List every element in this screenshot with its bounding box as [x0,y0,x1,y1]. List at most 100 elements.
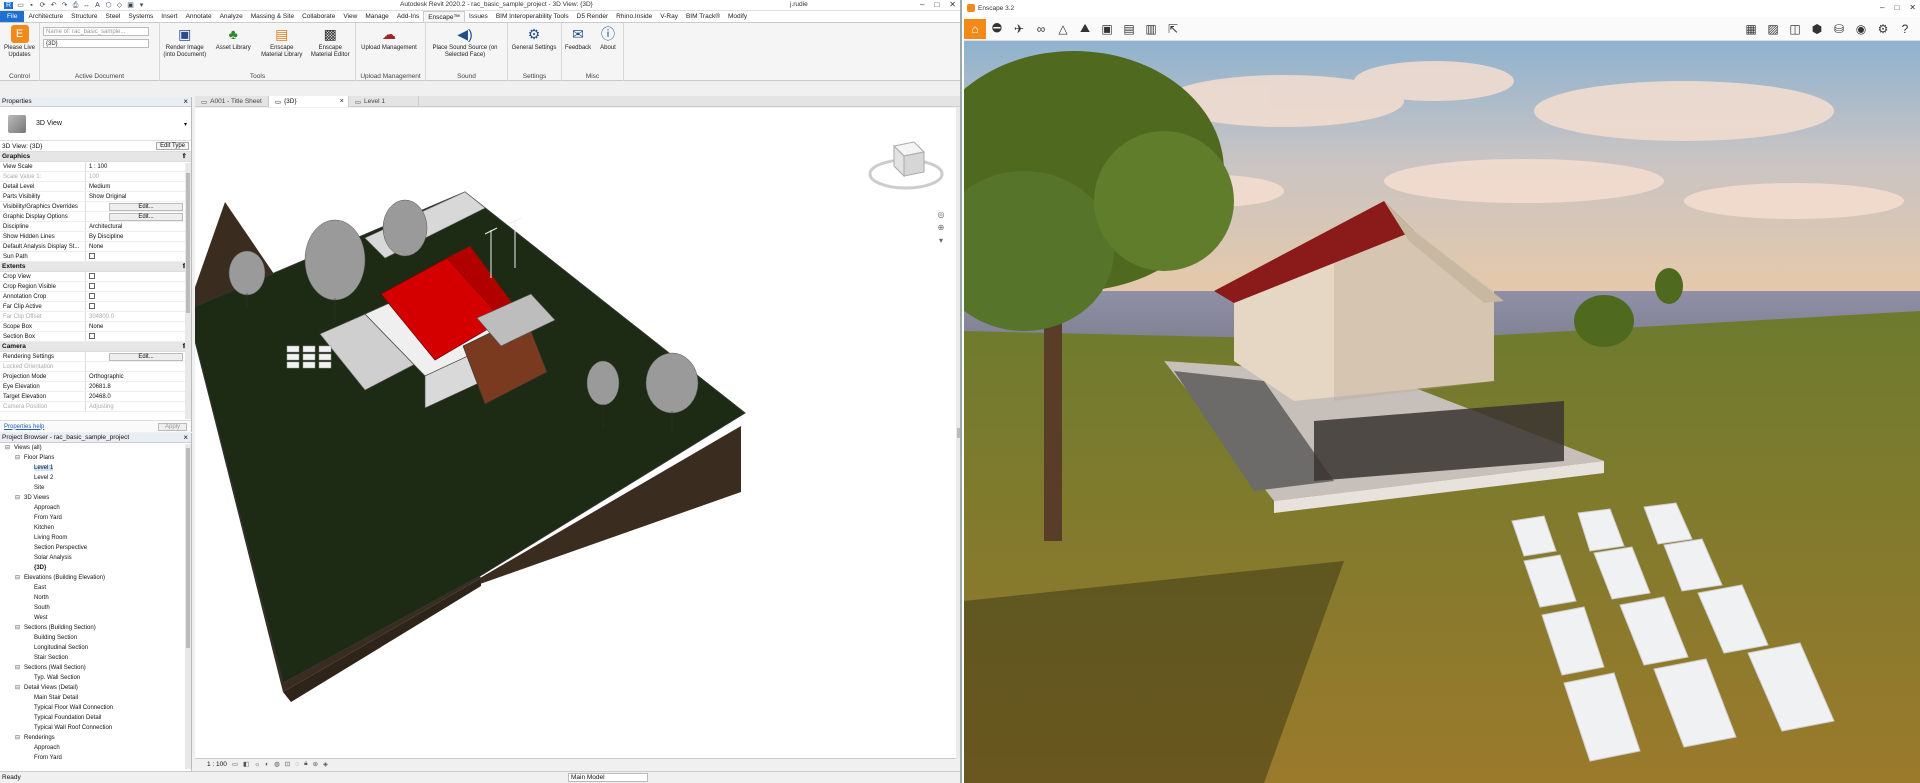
checkbox[interactable] [89,253,95,260]
browser-item[interactable]: Typ. Wall Section [0,673,191,683]
ribbon-tab-architecture[interactable]: Architecture [24,11,67,22]
minimize-icon[interactable]: – [1880,3,1884,12]
close-icon[interactable]: ✕ [1909,3,1916,12]
browser-item[interactable]: Typical Wall Roof Connection [0,723,191,733]
browser-item[interactable]: Level 2 [0,473,191,483]
crop-icon[interactable]: ⊡ [285,760,290,768]
property-checkbox[interactable] [86,302,191,311]
browser-item[interactable]: Site [0,483,191,493]
walk-icon[interactable]: ⛔︎ [986,19,1008,39]
property-checkbox[interactable] [86,252,191,261]
browser-item[interactable]: Stair Section [0,653,191,663]
close-icon[interactable]: × [183,97,188,107]
ribbon-tab-structure[interactable]: Structure [67,11,101,22]
compass-icon[interactable]: △ [1052,19,1074,39]
browser-item[interactable]: Solar Analysis [0,553,191,563]
properties-scrollbar[interactable] [185,163,191,419]
ribbon-tab-systems[interactable]: Systems [124,11,157,22]
browser-item[interactable]: {3D} [0,563,191,573]
property-value[interactable]: Architectural [86,222,191,231]
chevron-down-icon[interactable]: ▾ [939,236,943,245]
property-value[interactable]: None [86,322,191,331]
browser-item[interactable]: East [0,583,191,593]
checkbox[interactable] [89,293,95,300]
browser-item[interactable]: From Yard [0,513,191,523]
ribbon-tab-v-ray[interactable]: V-Ray [656,11,682,22]
view-scale-label[interactable]: 1 : 100 [207,761,227,768]
property-value[interactable]: 1 : 100 [86,162,191,171]
browser-item[interactable]: ⊟ Views (all) [0,443,191,453]
shadows-icon[interactable]: ◐ [265,761,269,768]
print-icon[interactable]: ⎙ [72,2,79,9]
tree-toggle-icon[interactable]: ⊟ [15,453,20,463]
detail-level-icon[interactable]: ▭ [232,760,238,768]
browser-item[interactable]: Approach [0,503,191,513]
help-icon[interactable]: ? [1894,19,1916,39]
drawing-area-3d[interactable] [186,108,956,758]
scroll-thumb[interactable] [957,428,960,438]
visibility-icon[interactable]: ⛁ [1828,19,1850,39]
browser-scrollbar[interactable] [185,444,191,769]
browser-item[interactable]: From Yard [0,753,191,763]
ribbon-tab-analyze[interactable]: Analyze [216,11,247,22]
browser-item[interactable]: ⊟ Floor Plans [0,453,191,463]
scroll-thumb[interactable] [186,448,190,648]
browser-item[interactable]: North [0,593,191,603]
instance-filter[interactable]: 3D View: {3D} Edit Type [0,141,191,152]
checkbox[interactable] [89,303,95,310]
revit-logo-icon[interactable]: R [4,1,13,9]
apply-button[interactable]: Apply [157,422,187,431]
maximize-icon[interactable]: □ [934,0,939,9]
browser-item[interactable]: Typical Foundation Detail [0,713,191,723]
visual-style-icon[interactable]: ◧ [243,760,249,768]
ribbon-tab-d5-render[interactable]: D5 Render [573,11,612,22]
ribbon-tab-rhino-inside[interactable]: Rhino.Inside [612,11,656,22]
view-tab[interactable]: ▭ {3D} × [268,96,349,107]
ribbon-tab-bim-track[interactable]: BIM Track® [682,11,724,22]
browser-item[interactable]: Typical Floor Wall Connection [0,703,191,713]
render-view-icon[interactable]: ◍ [274,760,280,768]
browser-item[interactable]: ⊟ Elevations (Building Elevation) [0,573,191,583]
close-hidden-icon[interactable]: ▣ [127,2,134,9]
3d-view-icon[interactable]: ⬡ [105,2,112,9]
ribbon-tab-view[interactable]: View [339,11,361,22]
close-icon[interactable]: × [183,433,188,443]
bookmark-icon[interactable]: ▦ [1740,19,1762,39]
steering-wheel-icon[interactable]: ◎ [938,210,945,219]
property-value[interactable]: Show Original [86,192,191,201]
property-value[interactable]: Medium [86,182,191,191]
sync-icon[interactable]: ⟳ [39,2,46,9]
panorama-icon[interactable]: ▥ [1140,19,1162,39]
browser-item[interactable]: South [0,603,191,613]
browser-item[interactable]: ⊟ Renderings [0,733,191,743]
scroll-thumb[interactable] [186,173,190,313]
measure-icon[interactable]: ↔ [83,2,90,9]
properties-help-link[interactable]: Properties help [4,424,44,430]
chevron-down-icon[interactable]: ▾ [184,121,187,128]
ribbon-tab-insert[interactable]: Insert [157,11,181,22]
close-icon[interactable]: ✕ [949,0,956,9]
screenshot-icon[interactable]: ▣ [1096,19,1118,39]
reveal-icon[interactable]: ◈ [323,760,328,768]
browser-item[interactable]: ⊟ Detail Views (Detail) [0,683,191,693]
tree-toggle-icon[interactable]: ⊟ [15,663,20,673]
redo-icon[interactable]: ↷ [61,2,68,9]
ribbon-tab-add-ins[interactable]: Add-Ins [393,11,423,22]
open-icon[interactable]: ▭ [17,2,24,9]
property-checkbox[interactable] [86,272,191,281]
lock-icon[interactable]: 🔒︎ [304,760,307,768]
export-icon[interactable]: ⇱ [1162,19,1184,39]
type-selector[interactable]: 3D View ▾ [0,107,191,141]
maximize-icon[interactable]: □ [1894,3,1899,12]
ribbon-tab-collaborate[interactable]: Collaborate [298,11,339,22]
home-icon[interactable]: ⌂ [964,18,986,39]
browser-item[interactable]: Kitchen [0,523,191,533]
batch-render-icon[interactable]: ▤ [1118,19,1140,39]
save-icon[interactable]: ▪ [28,2,35,9]
property-edit-button[interactable]: Edit... [86,212,191,221]
browser-item[interactable]: ⊟ Sections (Building Section) [0,623,191,633]
sun-path-icon[interactable]: ☼ [254,761,260,768]
atmosphere-icon[interactable]: ⛰︎ [1074,19,1096,39]
checkbox[interactable] [89,283,95,290]
ribbon-tab-issues[interactable]: Issues [465,11,492,22]
